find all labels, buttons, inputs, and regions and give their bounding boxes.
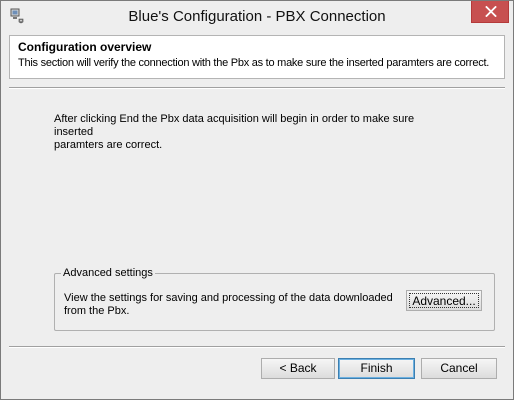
close-icon <box>485 6 497 17</box>
page-title: Configuration overview <box>18 40 152 54</box>
finish-button[interactable]: Finish <box>338 358 415 379</box>
advanced-button-label: Advanced... <box>409 293 479 308</box>
cancel-button[interactable]: Cancel <box>421 358 497 379</box>
advanced-button[interactable]: Advanced... <box>406 290 482 311</box>
close-button[interactable] <box>471 1 509 23</box>
instruction-text: After clicking End the Pbx data acquisit… <box>54 113 415 151</box>
footer-divider <box>9 346 505 348</box>
page-description: This section will verify the connection … <box>18 57 490 69</box>
header-panel: Configuration overview This section will… <box>9 35 505 79</box>
back-button[interactable]: < Back <box>261 358 335 379</box>
wizard-window: Blue's Configuration - PBX Connection Co… <box>0 0 514 400</box>
window-title: Blue's Configuration - PBX Connection <box>128 8 386 25</box>
app-icon <box>10 8 26 24</box>
header-divider <box>9 87 505 89</box>
group-description: View the settings for saving and process… <box>64 292 393 317</box>
group-legend: Advanced settings <box>61 267 155 280</box>
title-bar[interactable]: Blue's Configuration - PBX Connection <box>1 1 513 31</box>
advanced-settings-group: Advanced settings View the settings for … <box>54 267 495 331</box>
